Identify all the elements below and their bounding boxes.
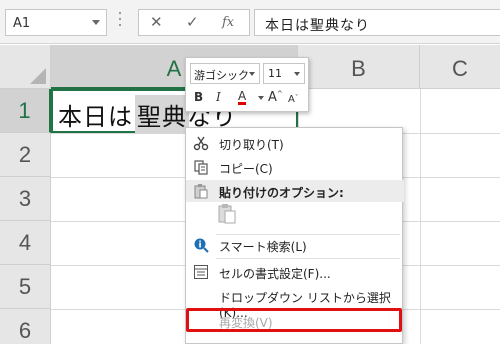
menu-item-label: スマート検索(L) bbox=[219, 240, 307, 254]
cell-text-selected: 聖典 bbox=[135, 95, 189, 134]
mini-toolbar: 游ゴシック 11 B I A A^ Aˇ bbox=[185, 57, 309, 112]
menu-separator bbox=[216, 258, 400, 259]
scissors-icon bbox=[193, 135, 209, 151]
menu-item-label: コピー(C) bbox=[219, 162, 273, 176]
font-size-value: 11 bbox=[268, 67, 282, 80]
row-header-3[interactable]: 3 bbox=[0, 177, 51, 221]
smart-lookup-icon: i bbox=[193, 237, 209, 253]
formula-bar: A1 ✕ ✓ fx 本日は聖典なり bbox=[0, 0, 500, 44]
font-name-value: 游ゴシック bbox=[194, 69, 249, 82]
row-header-1[interactable]: 1 bbox=[0, 89, 51, 133]
grow-font-label: A bbox=[268, 90, 277, 105]
copy-icon bbox=[193, 159, 209, 175]
row-header-6[interactable]: 6 bbox=[0, 309, 51, 344]
format-cells-icon bbox=[193, 264, 209, 280]
menu-section-label: 貼り付けのオプション: bbox=[219, 186, 344, 200]
gridline bbox=[420, 89, 421, 344]
svg-text:i: i bbox=[198, 241, 201, 251]
font-size-select[interactable]: 11 bbox=[263, 63, 305, 84]
shrink-font-button[interactable]: Aˇ bbox=[288, 94, 298, 105]
grow-font-button[interactable]: A^ bbox=[268, 90, 283, 105]
formula-bar-grip[interactable] bbox=[118, 12, 122, 32]
formula-input[interactable]: 本日は聖典なり bbox=[254, 9, 500, 36]
name-box[interactable]: A1 bbox=[5, 9, 107, 36]
font-name-select[interactable]: 游ゴシック bbox=[190, 63, 260, 84]
shrink-font-label: A bbox=[288, 94, 295, 105]
font-color-button[interactable]: A bbox=[238, 90, 247, 105]
column-header-c[interactable]: C bbox=[420, 45, 500, 89]
menu-item-copy[interactable]: コピー(C) bbox=[186, 156, 404, 178]
select-all-button[interactable] bbox=[0, 45, 51, 89]
chevron-down-icon[interactable] bbox=[258, 96, 264, 100]
paste-option-button[interactable] bbox=[216, 203, 238, 225]
column-header-b[interactable]: B bbox=[298, 45, 420, 89]
chevron-down-icon[interactable] bbox=[92, 20, 100, 25]
chevron-down-icon[interactable] bbox=[294, 72, 300, 76]
menu-item-cut[interactable]: 切り取り(T) bbox=[186, 132, 404, 154]
cancel-icon[interactable]: ✕ bbox=[150, 13, 163, 31]
name-box-value: A1 bbox=[13, 16, 31, 31]
menu-item-format-cells[interactable]: セルの書式設定(F)... bbox=[186, 261, 404, 283]
enter-icon[interactable]: ✓ bbox=[186, 13, 199, 31]
paste-icon bbox=[193, 183, 209, 199]
formula-bar-buttons: ✕ ✓ fx bbox=[138, 9, 250, 36]
select-all-triangle-icon bbox=[30, 68, 46, 84]
menu-item-label: 切り取り(T) bbox=[219, 138, 284, 152]
formula-content: 本日は聖典なり bbox=[265, 18, 370, 34]
row-header-4[interactable]: 4 bbox=[0, 221, 51, 265]
row-header-2[interactable]: 2 bbox=[0, 133, 51, 177]
menu-item-label: セルの書式設定(F)... bbox=[219, 267, 331, 281]
highlight-box bbox=[186, 308, 402, 332]
bold-button[interactable]: B bbox=[194, 90, 203, 104]
insert-function-icon[interactable]: fx bbox=[222, 15, 234, 30]
menu-item-smart-lookup[interactable]: i スマート検索(L) bbox=[186, 234, 404, 256]
italic-button[interactable]: I bbox=[216, 90, 221, 104]
chevron-down-icon[interactable] bbox=[249, 72, 255, 76]
cell-text: 本日は bbox=[58, 103, 133, 131]
menu-item-pick-from-dropdown[interactable]: ドロップダウン リストから選択(K)... bbox=[186, 285, 404, 320]
menu-section-paste-options: 貼り付けのオプション: bbox=[186, 180, 404, 202]
row-header-5[interactable]: 5 bbox=[0, 265, 51, 309]
caret-up-icon: ^ bbox=[276, 90, 283, 98]
caret-down-icon: ˇ bbox=[294, 94, 299, 102]
